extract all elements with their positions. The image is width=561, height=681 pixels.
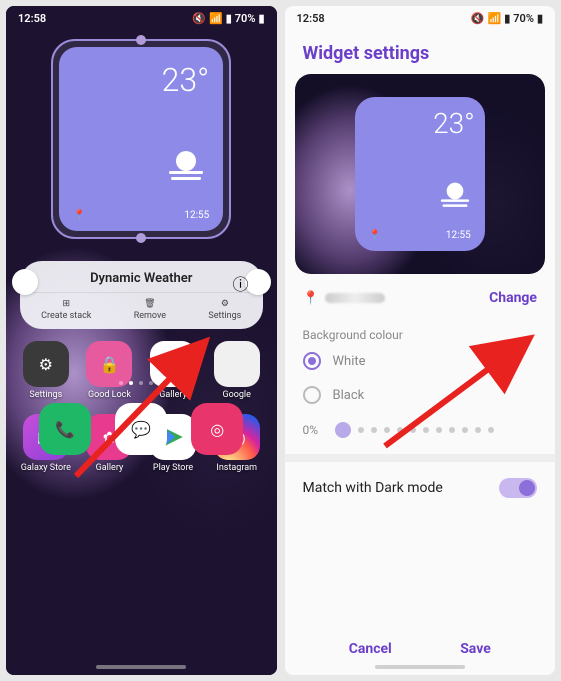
app-label: Instagram xyxy=(216,463,257,473)
location-name-blurred xyxy=(325,293,385,303)
app-label: Good Lock xyxy=(88,390,131,400)
mute-icon: 🔇 xyxy=(192,12,206,25)
status-bar: 12:58 🔇 📶 ▮ 70% ▮ xyxy=(285,6,556,29)
app-label: Play Store xyxy=(153,463,193,473)
signal-icon: ▮ xyxy=(226,12,232,25)
battery-icon: ▮ xyxy=(258,12,264,25)
app-goodlock[interactable]: 🔒Good Lock xyxy=(80,341,140,400)
nav-bar[interactable] xyxy=(96,665,186,669)
weather-foggy-icon xyxy=(437,181,473,211)
create-stack-button[interactable]: ⊞ Create stack xyxy=(41,299,91,321)
background-colour-label: Background colour xyxy=(285,322,556,344)
dock-camera[interactable]: ◎ xyxy=(191,403,243,455)
radio-icon xyxy=(303,386,321,404)
save-button[interactable]: Save xyxy=(460,641,491,657)
mute-icon: 🔇 xyxy=(471,12,485,25)
temperature: 23° xyxy=(73,61,209,99)
radio-label: Black xyxy=(333,388,365,403)
status-time: 12:58 xyxy=(18,12,46,25)
dark-mode-toggle[interactable] xyxy=(499,478,537,498)
context-menu-title: Dynamic Weather xyxy=(90,271,192,286)
widget-selection-frame[interactable]: 23° 📍 12:55 xyxy=(51,39,231,239)
app-label: Settings xyxy=(29,390,62,400)
dock: 📞 💬 ◎ xyxy=(6,403,277,455)
radio-icon-checked xyxy=(303,352,321,370)
opacity-slider[interactable] xyxy=(335,422,538,438)
battery-icon: ▮ xyxy=(537,12,543,25)
settings-label: Settings xyxy=(208,311,241,321)
widget-preview: 23° 📍 12:55 xyxy=(295,74,546,274)
app-google-folder[interactable]: Google xyxy=(207,341,267,400)
signal-icon: ▮ xyxy=(504,12,510,25)
stack-icon: ⊞ xyxy=(63,299,71,309)
radio-label: White xyxy=(333,354,366,369)
weather-widget[interactable]: 23° 📍 12:55 xyxy=(59,47,223,231)
dot xyxy=(159,381,163,385)
app-label: Google xyxy=(222,390,250,400)
dot xyxy=(139,381,143,385)
status-bar: 12:58 🔇 📶 ▮ 70% ▮ xyxy=(6,6,277,29)
cancel-button[interactable]: Cancel xyxy=(349,641,392,657)
battery-text: 70% xyxy=(235,12,256,25)
slider-thumb[interactable] xyxy=(335,422,351,438)
bottom-action-bar: Cancel Save xyxy=(285,641,556,657)
opacity-slider-row: 0% xyxy=(285,412,556,454)
gear-icon: ⚙ xyxy=(221,299,229,309)
location-row: 📍 Change xyxy=(285,274,556,322)
app-gallery-launcher[interactable]: ◧Gallery xyxy=(143,341,203,400)
app-label: Gallery xyxy=(96,463,124,473)
dot xyxy=(119,381,123,385)
location-pin-icon: 📍 xyxy=(303,291,319,306)
phone-widget-settings: 12:58 🔇 📶 ▮ 70% ▮ Widget settings 23° 📍 … xyxy=(285,6,556,675)
location-pin-icon: 📍 xyxy=(73,210,85,221)
wifi-icon: 📶 xyxy=(209,12,223,25)
temperature: 23° xyxy=(365,107,475,140)
location-pin-icon: 📍 xyxy=(369,230,381,241)
status-right: 🔇 📶 ▮ 70% ▮ xyxy=(192,12,264,25)
nav-bar[interactable] xyxy=(375,665,465,669)
trash-icon: 🗑 xyxy=(144,299,155,309)
phone-home-screen: 12:58 🔇 📶 ▮ 70% ▮ 23° 📍 12:55 xyxy=(6,6,277,675)
weather-foggy-icon xyxy=(165,149,207,185)
remove-label: Remove xyxy=(134,311,166,321)
app-label: Gallery xyxy=(159,390,187,400)
dot xyxy=(149,381,153,385)
widget-time: 12:55 xyxy=(184,210,209,221)
page-indicator[interactable] xyxy=(6,381,277,385)
status-right: 🔇 📶 ▮ 70% ▮ xyxy=(471,12,543,25)
settings-button[interactable]: ⚙ Settings xyxy=(208,299,241,321)
widget-time: 12:55 xyxy=(446,230,471,241)
radio-white[interactable]: White xyxy=(285,344,556,378)
section-divider xyxy=(285,454,556,462)
wifi-icon: 📶 xyxy=(487,12,501,25)
change-location-link[interactable]: Change xyxy=(489,290,537,306)
dock-phone[interactable]: 📞 xyxy=(39,403,91,455)
opacity-value: 0% xyxy=(303,423,327,437)
weather-widget-preview: 23° 📍 12:55 xyxy=(355,97,485,251)
remove-button[interactable]: 🗑 Remove xyxy=(134,299,166,321)
google-search-behind xyxy=(12,269,38,295)
dark-mode-toggle-row: Match with Dark mode xyxy=(285,462,556,514)
battery-text: 70% xyxy=(513,12,534,25)
info-icon[interactable]: ⓘ xyxy=(232,271,248,295)
widget-context-menu: Dynamic Weather ⓘ ⊞ Create stack 🗑 Remov… xyxy=(20,261,263,329)
app-settings[interactable]: ⚙Settings xyxy=(16,341,76,400)
dark-mode-label: Match with Dark mode xyxy=(303,480,443,496)
dot-active xyxy=(129,381,133,385)
create-stack-label: Create stack xyxy=(41,311,91,321)
app-label: Galaxy Store xyxy=(21,463,71,473)
status-time: 12:58 xyxy=(297,12,325,25)
page-title: Widget settings xyxy=(285,29,556,74)
radio-black[interactable]: Black xyxy=(285,378,556,412)
dock-messages[interactable]: 💬 xyxy=(115,403,167,455)
